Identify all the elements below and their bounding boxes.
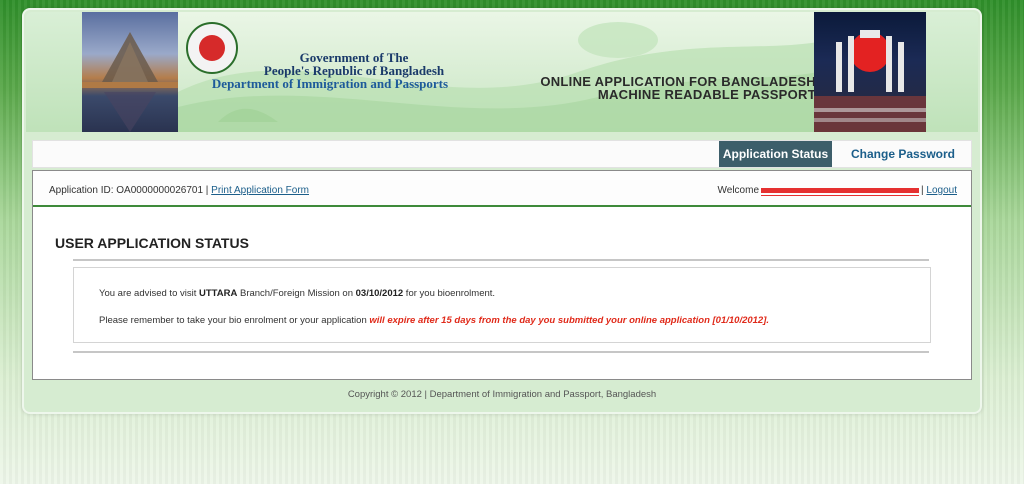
welcome-area: Welcome | Logout — [718, 185, 957, 196]
print-application-link[interactable]: Print Application Form — [211, 185, 309, 196]
shaheed-minar-photo — [814, 12, 926, 132]
application-id: Application ID: OA0000000026701 | Print … — [49, 185, 309, 196]
department-title: Department of Immigration and Passports — [211, 76, 449, 91]
welcome-separator: | — [921, 185, 924, 197]
page-title: USER APPLICATION STATUS — [55, 235, 249, 251]
page-shell: Government of The People's Republic of B… — [22, 8, 982, 414]
application-id-label: Application ID: OA0000000026701 | — [49, 185, 209, 196]
branch-name: UTTARA — [199, 288, 238, 299]
divider-top — [73, 259, 929, 261]
divider-bottom — [73, 351, 929, 353]
copyright-footer: Copyright © 2012 | Department of Immigra… — [347, 389, 657, 400]
top-nav: Application Status Change Password — [32, 140, 972, 168]
tab-change-password[interactable]: Change Password — [843, 141, 963, 167]
main-panel: Application ID: OA0000000026701 | Print … — [32, 170, 972, 380]
tab-application-status[interactable]: Application Status — [719, 141, 832, 167]
visit-message-end: for you bioenrolment. — [403, 288, 496, 299]
logout-link[interactable]: Logout — [926, 185, 957, 196]
visit-message-text: You are advised to visit — [99, 288, 199, 299]
header-banner: Government of The People's Republic of B… — [26, 12, 978, 132]
welcome-label: Welcome — [717, 185, 760, 197]
government-emblem-icon — [186, 22, 238, 74]
reminder-text: Please remember to take your bio enrolme… — [99, 315, 370, 326]
visit-date: 03/10/2012 — [355, 288, 404, 299]
expiry-warning: will expire after 15 days from the day y… — [369, 315, 770, 326]
status-message-box: You are advised to visit UTTARA Branch/F… — [73, 267, 931, 343]
monument-photo — [82, 12, 178, 132]
visit-message: You are advised to visit UTTARA Branch/F… — [99, 288, 495, 299]
redacted-username — [761, 185, 920, 196]
visit-message-mid: Branch/Foreign Mission on — [237, 288, 356, 299]
reminder-message: Please remember to take your bio enrolme… — [99, 315, 769, 326]
user-bar: Application ID: OA0000000026701 | Print … — [33, 171, 971, 207]
online-application-subtitle: MACHINE READABLE PASSPORT — [597, 87, 816, 102]
